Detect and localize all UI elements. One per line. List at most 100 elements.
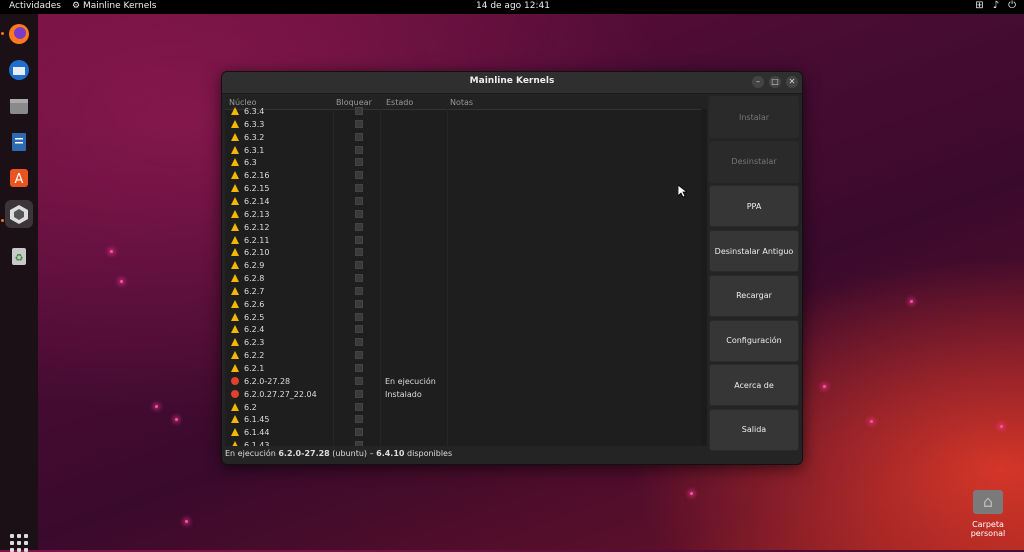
table-row[interactable]: 6.1.44 bbox=[225, 426, 707, 439]
lock-checkbox[interactable] bbox=[355, 132, 363, 141]
lock-checkbox[interactable] bbox=[355, 158, 363, 167]
thunderbird-icon[interactable] bbox=[5, 56, 33, 84]
lock-checkbox[interactable] bbox=[355, 145, 363, 154]
app-menu[interactable]: ⚙ Mainline Kernels bbox=[72, 1, 157, 11]
configuraci-n-button[interactable]: Configuración bbox=[709, 319, 799, 362]
instalar-button[interactable]: Instalar bbox=[709, 96, 799, 138]
table-row[interactable]: 6.2.14 bbox=[225, 195, 707, 208]
lock-checkbox[interactable] bbox=[355, 351, 363, 360]
lock-checkbox[interactable] bbox=[355, 184, 363, 193]
lock-checkbox[interactable] bbox=[355, 376, 363, 385]
table-row[interactable]: 6.2.11 bbox=[225, 234, 707, 247]
lock-checkbox[interactable] bbox=[355, 299, 363, 308]
wallpaper-star bbox=[823, 385, 826, 388]
salida-button[interactable]: Salida bbox=[709, 408, 799, 451]
table-row[interactable]: 6.2.0.27.27_22.04 Instalado bbox=[225, 388, 707, 401]
network-icon: ⊞ bbox=[975, 0, 984, 11]
lock-checkbox[interactable] bbox=[355, 441, 363, 446]
desinstalar-antiguo-button[interactable]: Desinstalar Antiguo bbox=[709, 230, 799, 273]
lock-checkbox[interactable] bbox=[355, 338, 363, 347]
warning-icon bbox=[231, 325, 239, 334]
clock[interactable]: 14 de ago 12:41 bbox=[476, 1, 550, 11]
table-row[interactable]: 6.2.13 bbox=[225, 208, 707, 221]
table-row[interactable]: 6.3.4 bbox=[225, 105, 707, 118]
table-row[interactable]: 6.2.0-27.28 En ejecución bbox=[225, 375, 707, 388]
lock-checkbox[interactable] bbox=[355, 364, 363, 372]
ubuntu-icon bbox=[231, 389, 239, 398]
lock-checkbox[interactable] bbox=[355, 209, 363, 218]
lock-checkbox[interactable] bbox=[355, 248, 363, 257]
title-bar[interactable]: Mainline Kernels – □ ✕ bbox=[222, 72, 802, 94]
software-store-icon[interactable]: A bbox=[5, 164, 33, 192]
lock-checkbox[interactable] bbox=[355, 171, 363, 180]
warning-icon bbox=[231, 312, 239, 321]
table-row[interactable]: 6.2.10 bbox=[225, 246, 707, 259]
lock-checkbox[interactable] bbox=[355, 389, 363, 398]
home-folder-shortcut[interactable]: Carpeta personal bbox=[956, 490, 1020, 538]
table-row[interactable]: 6.3.2 bbox=[225, 131, 707, 144]
table-row[interactable]: 6.3.1 bbox=[225, 144, 707, 157]
lock-checkbox[interactable] bbox=[355, 415, 363, 424]
table-row[interactable]: 6.2.16 bbox=[225, 169, 707, 182]
table-row[interactable]: 6.3 bbox=[225, 156, 707, 169]
maximize-button[interactable]: □ bbox=[769, 76, 781, 88]
table-row[interactable]: 6.2.6 bbox=[225, 298, 707, 311]
warning-icon bbox=[231, 196, 239, 205]
table-row[interactable]: 6.2.1 bbox=[225, 362, 707, 375]
lock-checkbox[interactable] bbox=[355, 428, 363, 437]
minimize-button[interactable]: – bbox=[752, 76, 764, 88]
table-row[interactable]: 6.2.5 bbox=[225, 311, 707, 324]
mainline-kernels-icon[interactable] bbox=[5, 200, 33, 228]
kernel-version: 6.2 bbox=[244, 402, 257, 412]
ppa-button[interactable]: PPA bbox=[709, 185, 799, 228]
kernel-version: 6.1.44 bbox=[244, 428, 270, 438]
activities-button[interactable]: Actividades bbox=[9, 1, 61, 11]
lock-checkbox[interactable] bbox=[355, 325, 363, 334]
scrollbar[interactable] bbox=[701, 109, 707, 446]
table-row[interactable]: 6.1.45 bbox=[225, 413, 707, 426]
wallpaper-star bbox=[120, 280, 123, 283]
lock-checkbox[interactable] bbox=[355, 286, 363, 295]
trash-icon[interactable]: ♻ bbox=[5, 242, 33, 270]
table-row[interactable]: 6.2.8 bbox=[225, 272, 707, 285]
files-icon[interactable] bbox=[5, 92, 33, 120]
warning-icon bbox=[231, 261, 239, 270]
desinstalar-button[interactable]: Desinstalar bbox=[709, 140, 799, 183]
firefox-icon[interactable] bbox=[5, 20, 33, 48]
table-row[interactable]: 6.1.43 bbox=[225, 439, 707, 446]
warning-icon bbox=[231, 364, 239, 372]
lock-checkbox[interactable] bbox=[355, 312, 363, 321]
lock-checkbox[interactable] bbox=[355, 196, 363, 205]
table-row[interactable]: 6.2.15 bbox=[225, 182, 707, 195]
kernel-version: 6.2.1 bbox=[244, 364, 265, 373]
table-row[interactable]: 6.2.7 bbox=[225, 285, 707, 298]
kernel-list[interactable]: Núcleo Bloquear Estado Notas 6.3.4 6.3.3 6… bbox=[225, 96, 707, 446]
kernel-version: 6.3.3 bbox=[244, 119, 265, 129]
lock-checkbox[interactable] bbox=[355, 261, 363, 270]
warning-icon bbox=[231, 132, 239, 141]
show-apps-icon[interactable] bbox=[10, 534, 28, 552]
warning-icon bbox=[231, 107, 239, 115]
table-row[interactable]: 6.2.9 bbox=[225, 259, 707, 272]
wallpaper-star bbox=[155, 405, 158, 408]
lock-checkbox[interactable] bbox=[355, 274, 363, 283]
table-row[interactable]: 6.2 bbox=[225, 401, 707, 414]
acerca-de-button[interactable]: Acerca de bbox=[709, 364, 799, 407]
lock-checkbox[interactable] bbox=[355, 107, 363, 115]
lock-checkbox[interactable] bbox=[355, 402, 363, 411]
kernel-version: 6.2.9 bbox=[244, 261, 265, 271]
top-bar: Actividades ⚙ Mainline Kernels 14 de ago… bbox=[0, 0, 1024, 14]
table-row[interactable]: 6.2.3 bbox=[225, 336, 707, 349]
table-row[interactable]: 6.3.3 bbox=[225, 118, 707, 131]
system-tray[interactable]: ⊞ ♪ ⏻ bbox=[975, 0, 1016, 11]
lock-checkbox[interactable] bbox=[355, 235, 363, 244]
table-row[interactable]: 6.2.2 bbox=[225, 349, 707, 362]
table-row[interactable]: 6.2.4 bbox=[225, 323, 707, 336]
table-row[interactable]: 6.2.12 bbox=[225, 221, 707, 234]
lock-checkbox[interactable] bbox=[355, 222, 363, 231]
close-button[interactable]: ✕ bbox=[786, 76, 798, 88]
writer-icon[interactable] bbox=[5, 128, 33, 156]
lock-checkbox[interactable] bbox=[355, 119, 363, 128]
window-title: Mainline Kernels bbox=[469, 76, 555, 86]
recargar-button[interactable]: Recargar bbox=[709, 274, 799, 317]
